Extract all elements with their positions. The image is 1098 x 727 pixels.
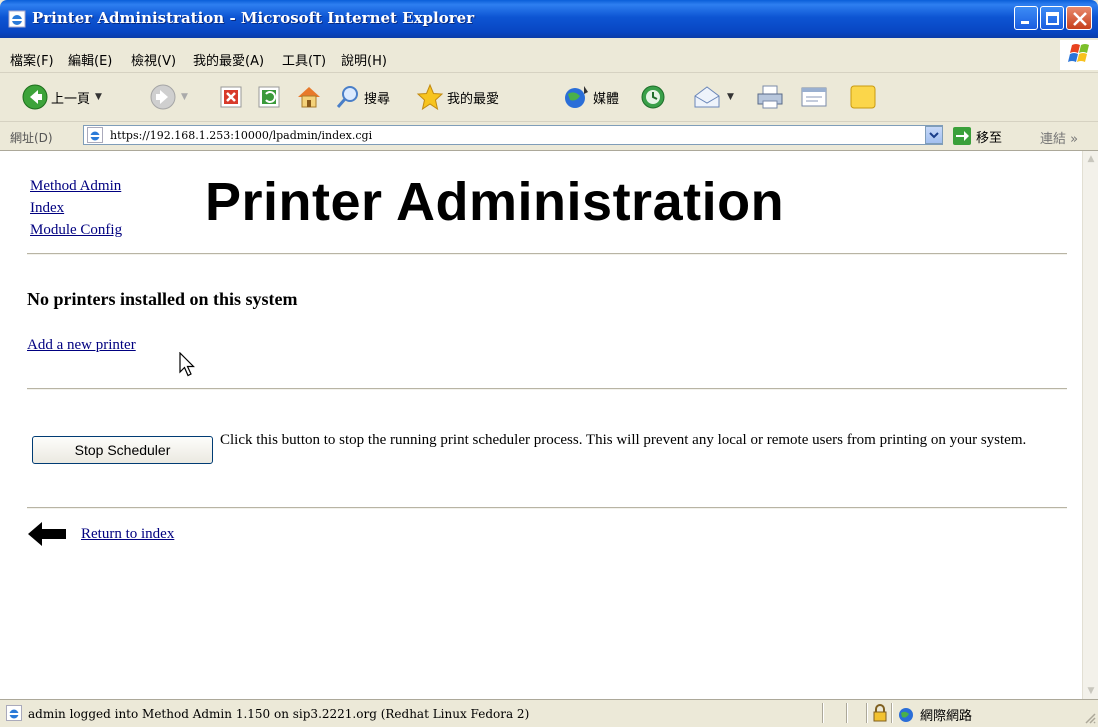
favorites-label: 我的最愛 [447, 91, 500, 107]
close-button[interactable] [1066, 6, 1092, 30]
back-button[interactable]: 上一頁 ▼ [22, 81, 102, 113]
links-toolbar[interactable]: 連結 » [1040, 128, 1078, 147]
divider [27, 388, 1067, 390]
history-button[interactable] [640, 81, 666, 113]
no-printers-heading: No printers installed on this system [27, 289, 298, 309]
print-icon [757, 85, 783, 109]
stop-button[interactable] [220, 81, 242, 113]
minimize-button[interactable] [1014, 6, 1038, 30]
vertical-scrollbar[interactable]: ▲ ▼ [1082, 151, 1098, 699]
address-dropdown-button[interactable] [925, 126, 943, 144]
mouse-cursor-icon [179, 352, 195, 377]
go-button[interactable]: 移至 [952, 126, 1002, 146]
back-icon [22, 84, 48, 110]
return-row: Return to index [27, 521, 174, 547]
maximize-button[interactable] [1040, 6, 1064, 30]
address-input[interactable]: https://192.168.1.253:10000/lpadmin/inde… [83, 125, 943, 145]
edit-button[interactable] [800, 81, 828, 113]
edit-icon [801, 87, 827, 107]
return-to-index-link[interactable]: Return to index [81, 526, 174, 543]
zone-label: 網際網路 [920, 709, 973, 724]
favorites-button[interactable]: 我的最愛 [416, 81, 499, 113]
stop-scheduler-button[interactable]: Stop Scheduler [32, 436, 213, 464]
search-icon [336, 86, 358, 108]
mail-icon [694, 86, 720, 108]
chevron-down-icon[interactable]: ▼ [727, 92, 734, 102]
media-label: 媒體 [593, 91, 620, 107]
ie-page-icon [8, 10, 26, 28]
method-admin-link[interactable]: Method Admin [30, 175, 122, 197]
home-button[interactable] [295, 81, 323, 113]
address-bar: 網址(D) https://192.168.1.253:10000/lpadmi… [0, 122, 1098, 151]
menu-edit[interactable]: 編輯(E) [68, 50, 112, 69]
links-label: 連結 [1040, 132, 1067, 147]
home-icon [298, 87, 320, 108]
messenger-button[interactable] [848, 81, 878, 113]
globe-icon [899, 707, 913, 722]
refresh-icon [258, 86, 280, 108]
scroll-up-icon[interactable]: ▲ [1084, 151, 1098, 167]
status-bar: admin logged into Method Admin 1.150 on … [0, 699, 1098, 727]
messenger-icon [850, 85, 876, 109]
menu-tools[interactable]: 工具(T) [282, 50, 326, 69]
status-separator [891, 703, 893, 723]
print-button[interactable] [755, 81, 785, 113]
forward-icon [150, 84, 176, 110]
module-nav: Method Admin Index Module Config [30, 175, 122, 241]
favorites-star-icon [416, 83, 444, 111]
go-label: 移至 [976, 130, 1003, 146]
more-chevron-icon: » [1070, 132, 1079, 147]
divider [27, 253, 1067, 255]
address-label: 網址(D) [10, 131, 53, 145]
menu-view[interactable]: 檢視(V) [131, 50, 176, 69]
chevron-down-icon[interactable]: ▼ [95, 92, 102, 102]
mail-button[interactable]: ▼ [692, 81, 734, 113]
media-button[interactable]: 媒體 [562, 81, 619, 113]
chevron-down-icon[interactable]: ▼ [181, 92, 188, 102]
page-status-icon [6, 705, 22, 721]
address-url: https://192.168.1.253:10000/lpadmin/inde… [110, 129, 373, 142]
window-title-bar[interactable]: Printer Administration - Microsoft Inter… [0, 0, 1098, 38]
standard-toolbar: 上一頁 ▼ ▼ 搜尋 我的最愛 媒體 ▼ [0, 73, 1098, 122]
chevron-down-icon [929, 132, 939, 139]
go-arrow-icon [953, 127, 971, 145]
menu-file[interactable]: 檔案(F) [10, 50, 54, 69]
resize-grip-icon[interactable] [1084, 712, 1096, 724]
stop-scheduler-description: Click this button to stop the running pr… [220, 432, 1027, 448]
history-icon [641, 85, 665, 109]
add-printer-link[interactable]: Add a new printer [27, 337, 136, 354]
status-separator [822, 703, 824, 723]
windows-logo-icon [1060, 40, 1098, 70]
module-config-link[interactable]: Module Config [30, 219, 122, 241]
lock-icon [873, 704, 887, 722]
scroll-down-icon[interactable]: ▼ [1084, 683, 1098, 699]
menu-help[interactable]: 說明(H) [341, 50, 387, 69]
window-title: Printer Administration - Microsoft Inter… [32, 9, 475, 27]
search-label: 搜尋 [364, 91, 391, 107]
page-icon [87, 127, 103, 143]
back-label: 上一頁 [51, 91, 91, 107]
page-title: Printer Administration [205, 172, 785, 232]
stop-icon [220, 86, 242, 108]
left-arrow-icon[interactable] [27, 521, 67, 547]
close-icon [1073, 12, 1087, 26]
search-button[interactable]: 搜尋 [335, 81, 390, 113]
minimize-icon [1021, 21, 1029, 24]
maximize-icon [1046, 12, 1059, 25]
forward-button[interactable]: ▼ [150, 81, 188, 113]
page-content: Method Admin Index Module Config Printer… [0, 151, 1082, 699]
security-zone: 網際網路 [898, 705, 972, 724]
menu-favorites[interactable]: 我的最愛(A) [193, 50, 264, 69]
refresh-button[interactable] [258, 81, 280, 113]
index-link[interactable]: Index [30, 197, 122, 219]
status-text: admin logged into Method Admin 1.150 on … [28, 707, 530, 721]
divider [27, 507, 1067, 509]
menu-bar: 檔案(F) 編輯(E) 檢視(V) 我的最愛(A) 工具(T) 說明(H) [0, 38, 1098, 73]
status-separator [866, 703, 868, 723]
media-icon [565, 86, 588, 108]
status-separator [846, 703, 848, 723]
